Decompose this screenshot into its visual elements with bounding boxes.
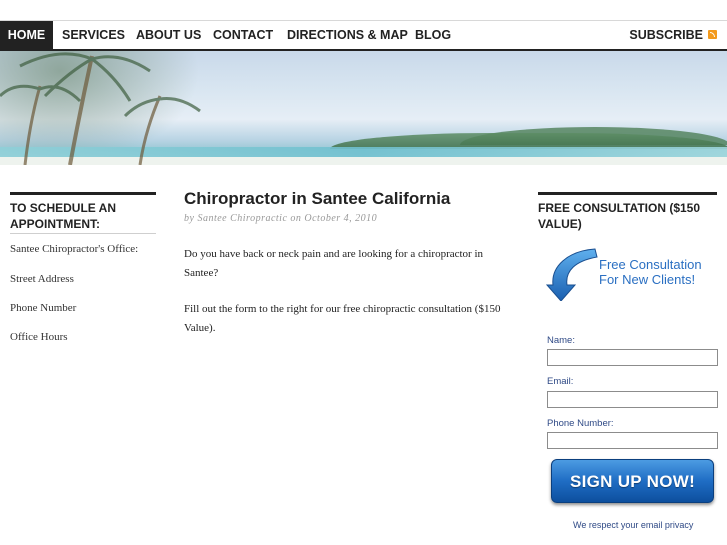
nav-contact[interactable]: CONTACT bbox=[205, 21, 281, 49]
nav-home[interactable]: HOME bbox=[0, 21, 53, 49]
phone-label: Phone Number: bbox=[547, 418, 614, 429]
main-navigation: HOME SERVICES ABOUT US CONTACT DIRECTION… bbox=[0, 20, 727, 52]
name-label: Name: bbox=[547, 335, 575, 346]
subscribe-label: SUBSCRIBE bbox=[629, 28, 703, 42]
consultation-widget-title: FREE CONSULTATION ($150 VALUE) bbox=[538, 192, 717, 232]
street-address: Street Address bbox=[10, 273, 74, 285]
appointment-widget-title: TO SCHEDULE AN APPOINTMENT: bbox=[10, 192, 156, 232]
nav-blog[interactable]: BLOG bbox=[407, 21, 459, 49]
free-consultation-banner: Free Consultation For New Clients! bbox=[599, 257, 702, 287]
office-hours: Office Hours bbox=[10, 331, 68, 343]
post-meta: by Santee Chiropractic on October 4, 201… bbox=[184, 213, 378, 224]
hero-banner bbox=[0, 51, 727, 165]
post-title[interactable]: Chiropractor in Santee California bbox=[184, 189, 450, 209]
privacy-link[interactable]: We respect your email privacy bbox=[573, 520, 693, 530]
sign-up-button[interactable]: SIGN UP NOW! bbox=[551, 459, 714, 503]
phone-input[interactable] bbox=[547, 432, 718, 449]
palm-tree-icon bbox=[0, 52, 201, 165]
nav-about-us[interactable]: ABOUT US bbox=[128, 21, 209, 49]
banner-line-1: Free Consultation bbox=[599, 257, 702, 272]
post-paragraph: Fill out the form to the right for our f… bbox=[184, 303, 501, 334]
post-body: Do you have back or neck pain and are lo… bbox=[184, 245, 514, 355]
email-label: Email: bbox=[547, 376, 574, 387]
divider bbox=[10, 233, 156, 234]
banner-line-2: For New Clients! bbox=[599, 272, 696, 287]
nav-directions-map[interactable]: DIRECTIONS & MAP bbox=[279, 21, 416, 49]
post-paragraph: Do you have back or neck pain and are lo… bbox=[184, 248, 484, 279]
email-input[interactable] bbox=[547, 391, 718, 408]
name-input[interactable] bbox=[547, 349, 718, 366]
subscribe-link[interactable]: SUBSCRIBE bbox=[629, 21, 717, 49]
office-label: Santee Chiropractor's Office: bbox=[10, 243, 139, 255]
rss-icon bbox=[708, 30, 717, 39]
nav-services[interactable]: SERVICES bbox=[54, 21, 133, 49]
phone-number: Phone Number bbox=[10, 302, 77, 314]
